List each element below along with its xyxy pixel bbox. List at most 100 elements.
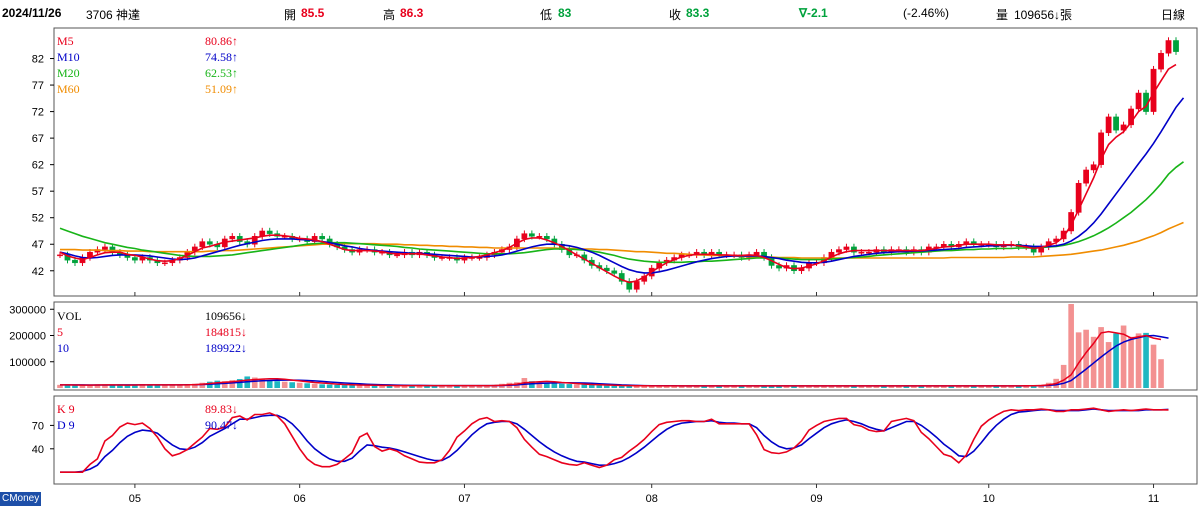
candle-body [1135,92,1142,110]
legend-d-label: D 9 [57,418,75,432]
legend-ma5-value: 80.86↑ [205,34,238,48]
legend-vol10-label: 10 [57,341,69,355]
legend-vol5-label: 5 [57,325,63,339]
candle-body [161,262,168,265]
volume-bar [1060,364,1067,388]
volume-bar [573,384,580,388]
month-axis-label: 08 [646,493,658,505]
volume-bar [341,385,348,388]
price-axis-tick: 82 [32,54,44,66]
legend-vol10-value: 189922↓ [205,341,247,355]
kd-axis-tick: 70 [32,420,44,432]
candle-body [132,257,138,261]
legend-k-value: 89.83↓ [205,402,238,416]
legend-vol5-value: 184815↓ [205,325,247,339]
month-axis-label: 06 [294,493,306,505]
candle-body [1105,116,1112,134]
volume-bar [274,381,281,388]
candle-body [1090,164,1097,171]
volume-bar [296,382,303,388]
legend-ma10-value: 74.58↑ [205,50,238,64]
candle-body [394,254,400,257]
volume-bar [596,385,603,388]
volume-axis-tick: 200000 [9,331,46,343]
legend-ma60-value: 51.09↑ [205,82,238,96]
candle-body [266,230,273,234]
candle-body [753,251,760,256]
month-axis-label: 10 [983,493,995,505]
volume-bar [581,384,588,388]
volume-bar [334,384,340,388]
volume-bar [326,384,333,388]
legend-vol-value: 109656↓ [205,309,247,323]
price-axis-tick: 57 [32,186,44,198]
price-axis-tick: 67 [32,133,44,145]
candle-body [57,254,63,257]
legend-vol-label: VOL [57,309,82,323]
month-axis-label: 07 [458,493,470,505]
volume-bar [311,383,318,388]
volume-bar [1083,329,1089,388]
price-axis-tick: 42 [32,266,44,278]
month-axis-label: 09 [810,493,822,505]
volume-axis-tick: 100000 [9,357,46,369]
candle-body [1173,40,1179,52]
volume-bar [611,385,618,388]
volume-bar [1105,342,1112,388]
candle-body [1165,40,1172,54]
candle-body [72,259,78,264]
volume-bar [349,385,355,388]
candle-body [543,236,550,240]
legend-ma5-label: M5 [57,34,74,48]
volume-bar [559,383,565,388]
legend-ma60-label: M60 [57,82,80,96]
legend-k-label: K 9 [57,402,75,416]
candle-body [858,251,865,254]
kd-axis-tick: 40 [32,444,44,456]
candle-body [319,236,326,240]
candle-body [521,233,528,240]
volume-bar [566,384,573,388]
legend-ma20-value: 62.53↑ [205,66,238,80]
volume-bar [1135,333,1142,388]
candle-body [199,241,206,248]
volume-bar [1150,344,1157,388]
legend-ma10-label: M10 [57,50,80,64]
brand-logo: CMoney [0,492,42,506]
volume-bar [162,385,168,388]
volume-bar [1113,333,1119,388]
month-axis-label: 11 [1148,493,1159,505]
candle-body [611,270,618,274]
legend-ma20-label: M20 [57,66,80,80]
volume-bar [588,384,595,388]
candle-body [229,236,236,240]
volume-bar [319,384,325,388]
candle-body [528,233,535,237]
volume-bar [1128,336,1134,388]
candle-body [843,246,850,250]
volume-bar [1143,332,1149,388]
candle-body [206,241,213,245]
stock-chart[interactable]: 42 47 52 57 62 67 72 77 82 100000 200000 300000 40 70… [0,0,1199,516]
candle-body [836,249,842,253]
volume-axis-tick: 300000 [9,304,46,316]
candle-body [1158,52,1164,70]
volume-bar [603,385,610,388]
candle-body [1113,116,1119,131]
volume-bar [281,381,288,388]
price-axis-tick: 62 [32,160,44,172]
month-axis-label: 05 [129,493,141,505]
candle-body [633,281,640,290]
price-axis-tick: 77 [32,80,44,92]
candle-body [102,246,108,250]
volume-bar [289,382,295,388]
volume-bar [551,383,558,388]
price-axis-tick: 47 [32,239,44,251]
candle-body [866,251,872,254]
price-axis-tick: 52 [32,213,44,225]
volume-bar [1158,359,1164,388]
legend-d-value: 90.47↓ [205,418,238,432]
candle-body [1083,169,1089,184]
price-axis-tick: 72 [32,107,44,119]
volume-bar [304,383,310,388]
